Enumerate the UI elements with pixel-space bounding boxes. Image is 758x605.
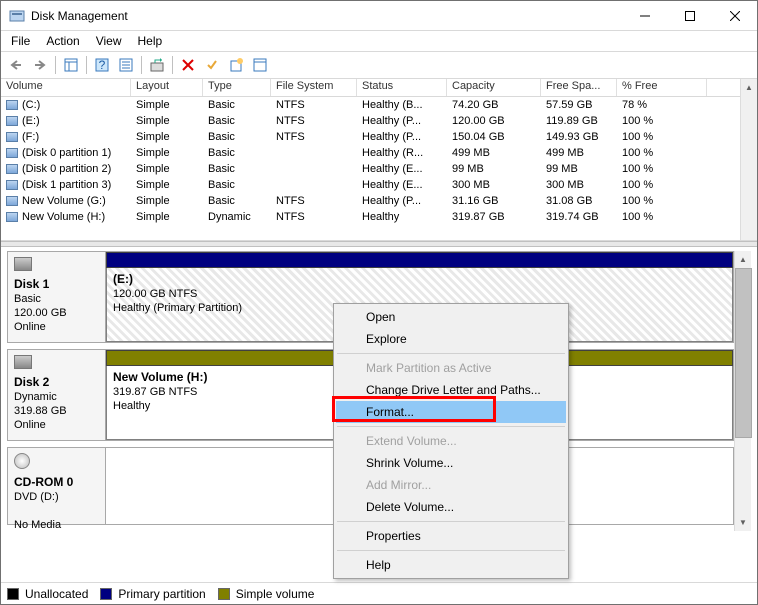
volume-icon xyxy=(6,132,18,142)
grid-header: VolumeLayoutTypeFile SystemStatusCapacit… xyxy=(1,79,740,97)
volume-icon xyxy=(6,164,18,174)
volume-icon xyxy=(6,212,18,222)
volume-icon xyxy=(6,116,18,126)
checkmark-icon[interactable] xyxy=(201,54,223,76)
volume-icon xyxy=(6,180,18,190)
legend: Unallocated Primary partition Simple volum… xyxy=(1,582,757,604)
context-menu: OpenExplore Mark Partition as ActiveChang… xyxy=(333,303,569,579)
close-button[interactable] xyxy=(712,1,757,30)
legend-label: Simple volume xyxy=(236,587,315,601)
refresh-icon[interactable] xyxy=(146,54,168,76)
column-header[interactable]: Type xyxy=(203,79,271,96)
disk-icon xyxy=(14,355,32,369)
volume-icon xyxy=(6,196,18,206)
menu-action[interactable]: Action xyxy=(40,32,85,50)
back-button[interactable] xyxy=(5,54,27,76)
volume-row[interactable]: New Volume (G:)SimpleBasicNTFSHealthy (P… xyxy=(1,193,740,209)
menu-file[interactable]: File xyxy=(5,32,36,50)
grid-scrollbar[interactable]: ▲ xyxy=(740,79,757,240)
menu-item-add-mirror: Add Mirror... xyxy=(336,474,566,496)
column-header[interactable]: File System xyxy=(271,79,357,96)
menu-item-properties[interactable]: Properties xyxy=(336,525,566,547)
legend-label: Primary partition xyxy=(118,587,205,601)
disk-info: Disk 1Basic120.00 GBOnline xyxy=(8,252,106,342)
volume-list: VolumeLayoutTypeFile SystemStatusCapacit… xyxy=(1,79,757,241)
volume-row[interactable]: New Volume (H:)SimpleDynamicNTFSHealthy3… xyxy=(1,209,740,225)
maximize-button[interactable] xyxy=(667,1,712,30)
column-header[interactable]: % Free xyxy=(617,79,707,96)
menu-item-change-drive-letter-and-paths[interactable]: Change Drive Letter and Paths... xyxy=(336,379,566,401)
menu-item-open[interactable]: Open xyxy=(336,306,566,328)
disk-scrollbar[interactable]: ▲ ▼ xyxy=(734,251,751,531)
volume-row[interactable]: (Disk 0 partition 2)SimpleBasicHealthy (… xyxy=(1,161,740,177)
menu-separator xyxy=(337,353,565,354)
properties-icon[interactable] xyxy=(249,54,271,76)
menu-item-delete-volume[interactable]: Delete Volume... xyxy=(336,496,566,518)
menu-item-format[interactable]: Format... xyxy=(336,401,566,423)
menu-view[interactable]: View xyxy=(90,32,128,50)
menu-separator xyxy=(337,426,565,427)
legend-label: Unallocated xyxy=(25,587,88,601)
disk-icon xyxy=(14,257,32,271)
column-header[interactable]: Capacity xyxy=(447,79,541,96)
menubar: FileAction ViewHelp xyxy=(1,31,757,51)
column-header[interactable]: Layout xyxy=(131,79,203,96)
volume-icon xyxy=(6,100,18,110)
menu-separator xyxy=(337,521,565,522)
volume-row[interactable]: (E:)SimpleBasicNTFSHealthy (P...120.00 G… xyxy=(1,113,740,129)
menu-item-explore[interactable]: Explore xyxy=(336,328,566,350)
menu-item-help[interactable]: Help xyxy=(336,554,566,576)
view-icon[interactable] xyxy=(60,54,82,76)
legend-swatch xyxy=(218,588,230,600)
disk-info: Disk 2Dynamic319.88 GBOnline xyxy=(8,350,106,440)
column-header[interactable]: Volume xyxy=(1,79,131,96)
disk-info: CD-ROM 0DVD (D:)No Media xyxy=(8,448,106,524)
volume-row[interactable]: (Disk 0 partition 1)SimpleBasicHealthy (… xyxy=(1,145,740,161)
menu-help[interactable]: Help xyxy=(132,32,169,50)
menu-separator xyxy=(337,550,565,551)
settings-icon[interactable] xyxy=(115,54,137,76)
menu-item-mark-partition-as-active: Mark Partition as Active xyxy=(336,357,566,379)
legend-swatch xyxy=(100,588,112,600)
cdrom-icon xyxy=(14,453,30,469)
volume-bar xyxy=(106,252,733,268)
toolbar: ? xyxy=(1,51,757,79)
svg-text:?: ? xyxy=(99,58,106,72)
forward-button[interactable] xyxy=(29,54,51,76)
volume-row[interactable]: (C:)SimpleBasicNTFSHealthy (B...74.20 GB… xyxy=(1,97,740,113)
new-icon[interactable] xyxy=(225,54,247,76)
menu-item-extend-volume: Extend Volume... xyxy=(336,430,566,452)
window-title: Disk Management xyxy=(31,9,622,23)
titlebar: Disk Management xyxy=(1,1,757,31)
column-header[interactable]: Status xyxy=(357,79,447,96)
menu-item-shrink-volume[interactable]: Shrink Volume... xyxy=(336,452,566,474)
volume-icon xyxy=(6,148,18,158)
column-header[interactable]: Free Spa... xyxy=(541,79,617,96)
minimize-button[interactable] xyxy=(622,1,667,30)
app-icon xyxy=(9,8,25,24)
volume-row[interactable]: (Disk 1 partition 3)SimpleBasicHealthy (… xyxy=(1,177,740,193)
delete-icon[interactable] xyxy=(177,54,199,76)
help-icon[interactable]: ? xyxy=(91,54,113,76)
legend-swatch xyxy=(7,588,19,600)
volume-row[interactable]: (F:)SimpleBasicNTFSHealthy (P...150.04 G… xyxy=(1,129,740,145)
